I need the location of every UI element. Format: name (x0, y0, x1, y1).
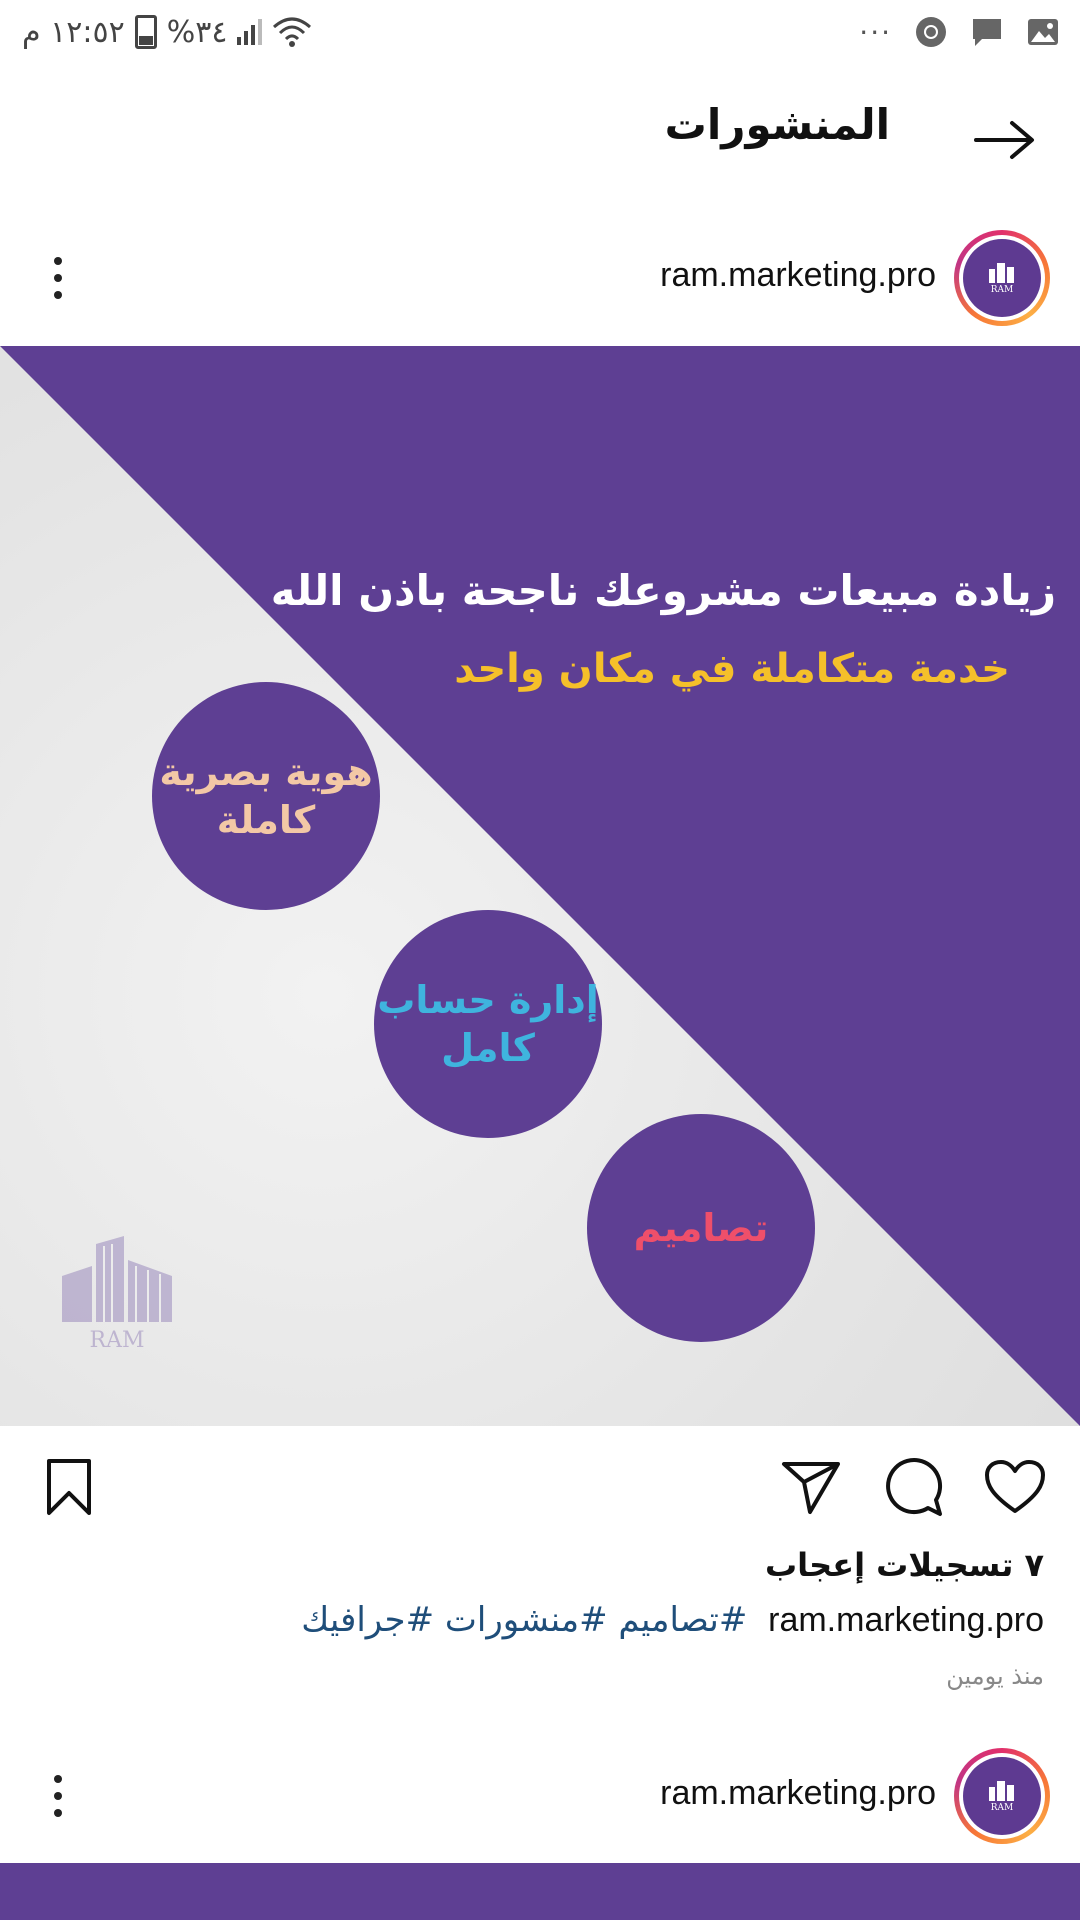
clock: ١٢:٥٢ م (22, 14, 125, 50)
circle-1-line-2: كاملة (216, 798, 316, 842)
like-button[interactable] (980, 1452, 1050, 1522)
more-dot (54, 291, 62, 299)
building-logo-icon (989, 263, 1014, 283)
share-button[interactable] (776, 1452, 846, 1522)
circle-account-management: إدارة حساب كامل (374, 910, 602, 1138)
more-dot (54, 257, 62, 265)
circle-designs: تصاميم (587, 1114, 815, 1342)
comment-button[interactable] (878, 1452, 948, 1522)
post2-avatar[interactable]: RAM (954, 1748, 1050, 1844)
circle-visual-identity: هوية بصرية كاملة (152, 682, 380, 910)
save-button[interactable] (34, 1452, 104, 1522)
gallery-icon (1028, 19, 1058, 45)
circle-3-text: تصاميم (633, 1206, 769, 1250)
more-dot (54, 1775, 62, 1783)
image-subline: خدمة متكاملة في مكان واحد (454, 646, 1010, 692)
battery-percent: %٣٤ (166, 14, 228, 50)
bookmark-icon (47, 1459, 91, 1515)
wifi-icon (273, 17, 312, 47)
image-headline: زيادة مبيعات مشروعك ناجحة باذن الله (270, 566, 1056, 615)
circle-1-line-1: هوية بصرية (159, 750, 373, 794)
watermark-building-icon (62, 1236, 172, 1322)
overflow-dots: ··· (859, 15, 892, 49)
caption-username[interactable]: ram.marketing.pro (768, 1601, 1044, 1639)
status-bar: ١٢:٥٢ م %٣٤ ··· (0, 0, 1080, 64)
post-avatar[interactable]: RAM (954, 230, 1050, 326)
message-icon (973, 19, 1001, 46)
more-dot (54, 274, 62, 282)
arrow-right-icon (974, 121, 1034, 159)
send-icon (782, 1462, 840, 1514)
top-header (0, 64, 1080, 214)
circle-2-line-2: كامل (441, 1026, 535, 1070)
avatar: RAM (963, 1757, 1041, 1835)
comment-icon (886, 1458, 942, 1516)
post-caption: #تصاميم #منشورات #جرافيك ram.marketing.p… (301, 1600, 1044, 1640)
circle-2-line-1: إدارة حساب (377, 978, 599, 1022)
likes-count[interactable]: ٧ تسجيلات إعجاب (765, 1546, 1044, 1584)
caption-hashtags[interactable]: #تصاميم #منشورات #جرافيك (301, 1600, 747, 1640)
heart-icon (985, 1460, 1045, 1513)
avatar: RAM (963, 239, 1041, 317)
more-dot (54, 1809, 62, 1817)
post-image[interactable]: زيادة مبيعات مشروعك ناجحة باذن الله خدمة… (0, 346, 1080, 1426)
more-dot (54, 1792, 62, 1800)
signal-icon (237, 19, 263, 45)
battery-icon (134, 15, 157, 49)
more-options-button[interactable] (38, 248, 78, 308)
avatar-border: RAM (959, 1753, 1045, 1839)
post-timestamp: منذ يومين (946, 1662, 1044, 1690)
status-right: ··· (859, 10, 1060, 54)
status-left: ١٢:٥٢ م %٣٤ (22, 8, 312, 56)
page-title: المنشورات (664, 100, 890, 149)
back-button[interactable] (970, 110, 1040, 170)
chrome-icon (916, 17, 946, 47)
avatar-logo-text: RAM (990, 285, 1014, 295)
watermark-name: RAM (89, 1328, 145, 1353)
watermark-logo: RAM (32, 1236, 202, 1376)
post2-more-options-button[interactable] (38, 1766, 78, 1826)
post-username[interactable]: ram.marketing.pro (660, 256, 936, 295)
avatar-logo-text: RAM (990, 1803, 1014, 1813)
avatar-border: RAM (959, 235, 1045, 321)
building-logo-icon (989, 1781, 1014, 1801)
post2-username[interactable]: ram.marketing.pro (660, 1774, 936, 1813)
post2-image[interactable] (0, 1863, 1080, 1920)
